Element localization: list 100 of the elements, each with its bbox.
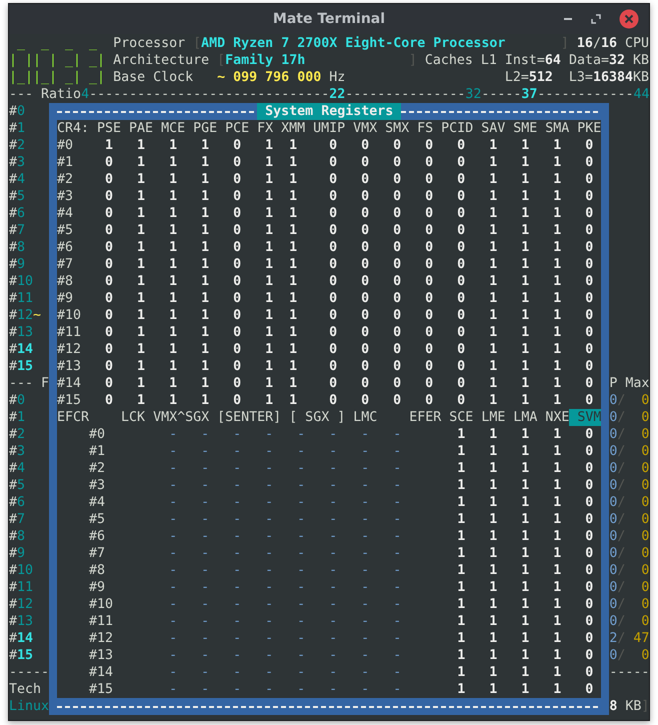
table-cell-text: - xyxy=(361,664,370,681)
table-cell-text: 1 xyxy=(520,426,530,443)
maximize-icon[interactable] xyxy=(591,14,601,24)
table-cell-text: 1 xyxy=(520,664,530,681)
table-cell-text: 0 xyxy=(456,222,466,239)
table-cell-text: 1 xyxy=(200,188,210,205)
table-cell-text: - xyxy=(201,443,210,460)
table-cell-text: 0 xyxy=(584,273,594,290)
table-cell-text: 0 xyxy=(360,290,370,307)
table-cell-text: 1 xyxy=(520,205,530,222)
core-label: #6 xyxy=(9,494,26,511)
table-cell-text: 1 xyxy=(136,154,146,171)
table-cell-text: - xyxy=(297,511,306,528)
table-cell-text: - xyxy=(233,477,242,494)
table-cell-text: 0 xyxy=(104,324,114,341)
close-icon[interactable] xyxy=(619,9,639,29)
table-cell-text: 0 xyxy=(392,307,402,324)
minimize-icon[interactable] xyxy=(563,17,573,21)
table-cell-text: - xyxy=(297,681,306,698)
table-cell-text: 1 xyxy=(520,579,530,596)
table-cell-text: - xyxy=(329,511,338,528)
table-cell-text: 1 xyxy=(552,171,562,188)
table-cell-text: - xyxy=(393,494,402,511)
column-header: LMA xyxy=(513,409,538,426)
field-label: Base Clock xyxy=(113,69,194,86)
table-cell-text: 1 xyxy=(520,290,530,307)
table-cell-text: - xyxy=(265,596,274,613)
core-label: #15 xyxy=(9,647,34,664)
table-cell-text: 1 xyxy=(456,545,466,562)
core-label: #12 xyxy=(9,596,34,613)
core-label: #9 xyxy=(9,545,26,562)
table-cell-text: 1 xyxy=(168,256,178,273)
table-cell-text: 1 xyxy=(520,494,530,511)
table-cell-text: 1 xyxy=(168,375,178,392)
table-cell-text: - xyxy=(393,647,402,664)
table-cell-text: 0 xyxy=(328,392,338,409)
table-cell-text: 1 xyxy=(488,443,498,460)
table-cell-text: 1 xyxy=(288,137,298,154)
column-header: LMC xyxy=(353,409,378,426)
count-value: 0/ 0 xyxy=(609,562,650,579)
row-label: #13 xyxy=(88,647,114,664)
table-cell-text: 0 xyxy=(584,205,594,222)
table-cell-text: 1 xyxy=(264,239,274,256)
table-cell-text: - xyxy=(361,681,370,698)
table-cell-text: 0 xyxy=(456,358,466,375)
table-cell-text: - xyxy=(361,630,370,647)
table-cell-text: 1 xyxy=(200,307,210,324)
table-cell-text: - xyxy=(393,477,402,494)
table-cell-text: - xyxy=(329,596,338,613)
table-cell-text: 0 xyxy=(392,273,402,290)
column-header: SCE xyxy=(449,409,474,426)
core-label: #9 xyxy=(9,256,26,273)
table-cell-text: 0 xyxy=(584,630,594,647)
table-cell-text: 0 xyxy=(360,222,370,239)
field-label: Processor xyxy=(113,35,186,52)
table-cell-text: 1 xyxy=(264,154,274,171)
table-cell-text: 1 xyxy=(488,273,498,290)
table-cell-text: - xyxy=(265,664,274,681)
core-label: #2 xyxy=(9,137,26,154)
table-cell-text: 1 xyxy=(552,154,562,171)
table-cell-text: 1 xyxy=(288,188,298,205)
table-cell-text: 1 xyxy=(200,375,210,392)
label-text: Linux xyxy=(9,698,50,715)
cache-value: 16384 xyxy=(592,69,633,86)
table-cell-text: 1 xyxy=(520,137,530,154)
cache-label: Data= xyxy=(568,52,609,69)
table-cell-text: 1 xyxy=(552,579,562,596)
table-cell-text: 0 xyxy=(424,307,434,324)
table-cell-text: - xyxy=(169,630,178,647)
table-cell-text: - xyxy=(169,426,178,443)
table-cell-text: 0 xyxy=(328,358,338,375)
table-cell-text: 0 xyxy=(584,239,594,256)
column-header: FS xyxy=(417,120,434,137)
table-cell-text: - xyxy=(233,681,242,698)
table-cell-text: 0 xyxy=(392,188,402,205)
table-cell-text: 0 xyxy=(424,273,434,290)
table-cell-text: 1 xyxy=(168,137,178,154)
core-label: #1 xyxy=(9,120,26,137)
table-cell-text: - xyxy=(297,579,306,596)
table-cell-text: 1 xyxy=(552,137,562,154)
table-cell-text: - xyxy=(329,562,338,579)
table-cell-text: 1 xyxy=(488,528,498,545)
table-cell-text: 0 xyxy=(104,154,114,171)
row-label: #8 xyxy=(88,562,106,579)
table-cell-text: - xyxy=(233,494,242,511)
table-cell-text: 0 xyxy=(360,154,370,171)
table-cell-text: 0 xyxy=(104,341,114,358)
table-cell-text: 0 xyxy=(392,205,402,222)
table-cell-text: 1 xyxy=(264,341,274,358)
table-cell-text: 1 xyxy=(136,341,146,358)
count-value: 0/ 0 xyxy=(609,647,650,664)
count-value: 0/ 0 xyxy=(609,392,650,409)
table-cell-text: 0 xyxy=(424,205,434,222)
architecture-value: Family 17h xyxy=(225,52,306,69)
table-cell-text: 0 xyxy=(360,205,370,222)
table-cell-text: 0 xyxy=(360,324,370,341)
cache-value: 64 xyxy=(544,52,561,69)
table-cell-text: 1 xyxy=(136,392,146,409)
table-cell-text: 0 xyxy=(104,392,114,409)
table-cell-text: 0 xyxy=(360,341,370,358)
